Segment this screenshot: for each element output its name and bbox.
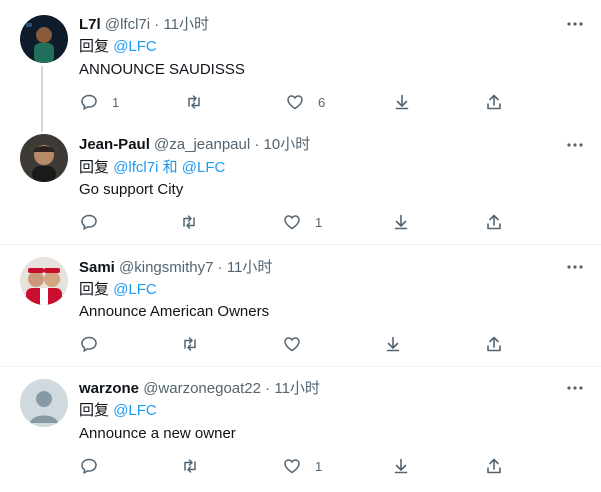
download-button[interactable] [392, 456, 410, 476]
like-button[interactable]: 1 [283, 456, 322, 476]
reply-context: 回复 @LFC [79, 402, 157, 420]
share-button[interactable] [485, 212, 503, 232]
share-icon [487, 94, 501, 110]
reply-context: 回复 @lfcl7i 和 @LFC [79, 159, 225, 177]
download-icon [386, 336, 400, 352]
separator-dot: · [265, 380, 271, 397]
like-count: 1 [315, 214, 323, 230]
avatar[interactable] [20, 134, 68, 182]
download-button[interactable] [393, 92, 411, 112]
share-icon [487, 458, 501, 474]
share-button[interactable] [485, 92, 503, 112]
tweet-header: Jean-Paul @za_jeanpaul · 10小时 [79, 136, 310, 154]
retweet-icon [184, 337, 196, 351]
reply-prefix: 回复 [79, 281, 110, 298]
mention-link[interactable]: @LFC [113, 402, 157, 419]
reply-button[interactable] [80, 456, 112, 476]
reply-icon [81, 458, 97, 474]
reply-count: 1 [112, 94, 120, 110]
heart-icon [284, 215, 300, 230]
tweet-header: warzone @warzonegoat22 · 11小时 [79, 380, 320, 398]
display-name[interactable]: Sami [79, 259, 115, 276]
more-dots-icon[interactable] [566, 15, 584, 33]
separator-dot: · [254, 136, 260, 153]
tweet[interactable]: warzone @warzonegoat22 · 11小时 回复 @LFC An… [0, 367, 601, 492]
separator-dot: · [154, 16, 160, 33]
timestamp[interactable]: 11小时 [274, 380, 320, 397]
retweet-button[interactable] [180, 212, 198, 232]
mention-link[interactable]: @LFC [113, 38, 157, 55]
like-button[interactable]: 1 [283, 212, 322, 232]
reply-context: 回复 @LFC [79, 38, 157, 56]
thread-line [41, 66, 43, 132]
timestamp[interactable]: 11小时 [163, 16, 209, 33]
retweet-button[interactable] [181, 334, 199, 354]
default-avatar-icon[interactable] [20, 379, 68, 427]
download-icon [394, 214, 408, 230]
share-icon [487, 214, 501, 230]
tweet[interactable]: Sami @kingsmithy7 · 11小时 回复 @LFC Announc… [0, 245, 601, 366]
heart-icon [287, 95, 303, 110]
user-handle[interactable]: @warzonegoat22 [143, 380, 261, 397]
like-count: 6 [318, 94, 326, 110]
share-icon [487, 336, 501, 352]
display-name[interactable]: L7l [79, 16, 101, 33]
separator-dot: · [217, 259, 223, 276]
mention-link[interactable]: @LFC [113, 281, 157, 298]
tweet-text: Go support City [79, 181, 184, 198]
download-icon [394, 458, 408, 474]
reply-icon [81, 94, 97, 110]
tweet[interactable]: Jean-Paul @za_jeanpaul · 10小时 回复 @lfcl7i… [0, 124, 601, 244]
reply-prefix: 回复 [79, 38, 110, 55]
retweet-icon [184, 459, 196, 473]
more-dots-icon[interactable] [566, 379, 584, 397]
tweet-text: ANNOUNCE SAUDISSS [79, 61, 245, 78]
display-name[interactable]: Jean-Paul [79, 136, 150, 153]
retweet-icon [183, 215, 195, 229]
timestamp[interactable]: 10小时 [264, 136, 311, 153]
tweet[interactable]: L7l @lfcl7i · 11小时 回复 @LFC ANNOUNCE SAUD… [0, 0, 601, 124]
reply-icon [81, 214, 97, 230]
heart-icon [284, 459, 300, 474]
reply-context: 回复 @LFC [79, 281, 157, 299]
retweet-button[interactable] [181, 456, 199, 476]
like-button[interactable] [283, 334, 315, 354]
avatar[interactable] [20, 15, 68, 63]
download-button[interactable] [392, 212, 410, 232]
tweet-text: Announce a new owner [79, 425, 236, 442]
tweet-text: Announce American Owners [79, 303, 270, 320]
user-handle[interactable]: @za_jeanpaul [154, 136, 250, 153]
tweet-header: L7l @lfcl7i · 11小时 [79, 16, 209, 34]
retweet-icon [188, 95, 200, 109]
download-button[interactable] [384, 334, 402, 354]
like-count: 1 [315, 458, 323, 474]
more-dots-icon[interactable] [566, 258, 584, 276]
mention-link[interactable]: @lfcl7i 和 @LFC [113, 159, 225, 176]
heart-icon [284, 337, 300, 352]
reply-prefix: 回复 [79, 159, 110, 176]
reply-button[interactable] [80, 212, 112, 232]
share-button[interactable] [485, 456, 503, 476]
reply-icon [81, 336, 97, 352]
download-icon [395, 94, 409, 110]
reply-prefix: 回复 [79, 402, 110, 419]
tweet-header: Sami @kingsmithy7 · 11小时 [79, 259, 272, 277]
timestamp[interactable]: 11小时 [227, 259, 273, 276]
avatar[interactable] [20, 257, 68, 305]
reply-button[interactable] [80, 334, 112, 354]
display-name[interactable]: warzone [79, 380, 139, 397]
more-dots-icon[interactable] [566, 136, 584, 154]
share-button[interactable] [485, 334, 503, 354]
reply-button[interactable]: 1 [80, 92, 119, 112]
user-handle[interactable]: @lfcl7i [105, 16, 150, 33]
like-button[interactable]: 6 [286, 92, 325, 112]
user-handle[interactable]: @kingsmithy7 [119, 259, 213, 276]
retweet-button[interactable] [185, 92, 203, 112]
